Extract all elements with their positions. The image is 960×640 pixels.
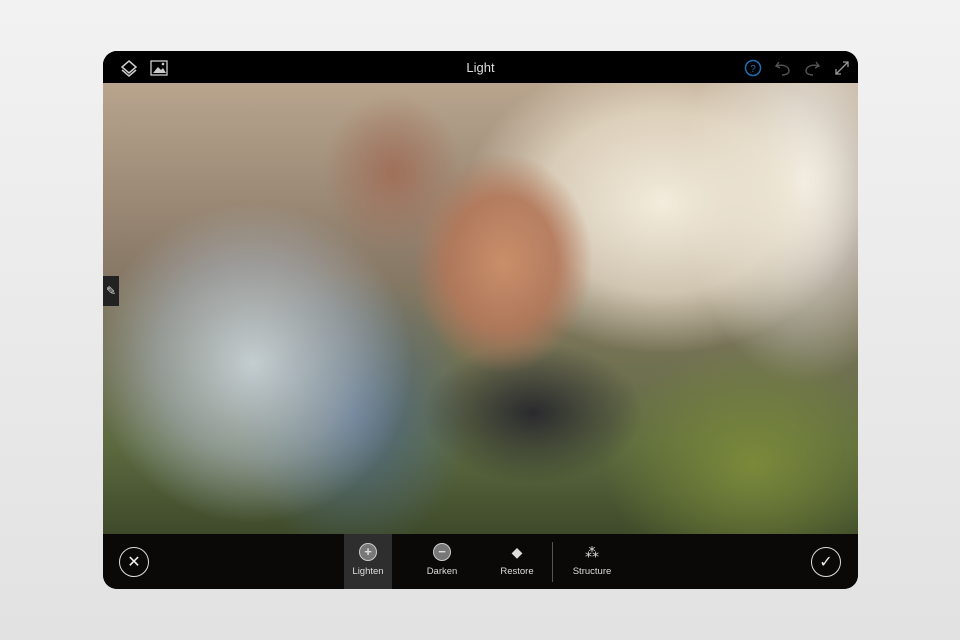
tool-darken[interactable]: − Darken bbox=[418, 534, 466, 589]
svg-text:?: ? bbox=[750, 64, 756, 75]
help-icon[interactable]: ? bbox=[744, 59, 762, 77]
undo-icon[interactable] bbox=[774, 59, 792, 77]
tool-restore[interactable]: ◆ Restore bbox=[493, 534, 541, 589]
redo-icon[interactable] bbox=[803, 59, 821, 77]
fullscreen-icon[interactable] bbox=[833, 59, 851, 77]
top-bar: Light ? bbox=[103, 51, 858, 83]
eraser-icon: ◆ bbox=[511, 544, 523, 560]
photo-canvas[interactable] bbox=[103, 83, 858, 534]
brush-icon[interactable]: ✎ bbox=[103, 276, 119, 306]
tool-lighten[interactable]: + Lighten bbox=[344, 534, 392, 589]
tool-structure[interactable]: ⁂ Structure bbox=[568, 534, 616, 589]
lighten-icon: + bbox=[359, 543, 377, 561]
divider bbox=[552, 542, 553, 582]
close-icon[interactable]: ✕ bbox=[119, 547, 149, 577]
check-icon[interactable]: ✓ bbox=[811, 547, 841, 577]
bottom-toolbar: ✕ + Lighten − Darken ◆ Restore ⁂ Structure ✓ bbox=[103, 534, 858, 589]
darken-icon: − bbox=[433, 543, 451, 561]
magic-wand-icon: ⁂ bbox=[585, 544, 599, 560]
editor-window: Light ? ✎ ✕ + Lighten − Darken ◆ Restore ⁂ S… bbox=[103, 51, 858, 589]
